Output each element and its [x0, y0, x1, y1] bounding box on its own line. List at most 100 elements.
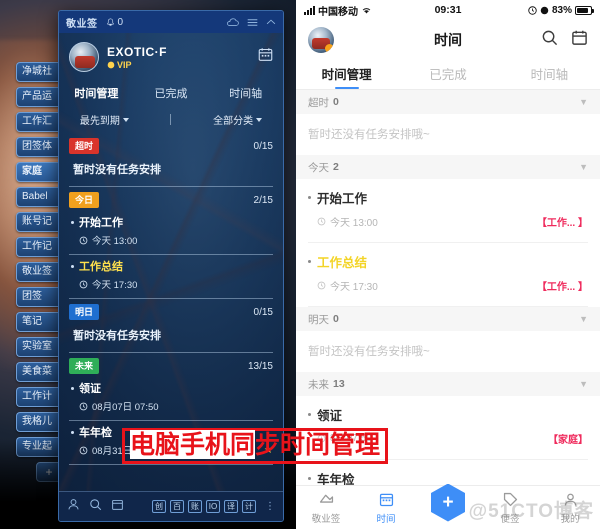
desktop-tab-2[interactable]: 时间轴: [208, 80, 283, 107]
bullet-icon: [308, 260, 311, 263]
task-meta-row: 今天 17:30: [71, 277, 273, 291]
phone-group-header[interactable]: 超时 0 ▼: [296, 90, 600, 114]
task-title: 领证: [79, 383, 101, 395]
phone-task-list[interactable]: 超时 0 ▼ 暂时还没有任务安排哦~ 今天 2 ▼ 开始工作 今天 13:00 【工作... 】工…: [296, 90, 600, 485]
bullet-icon: [308, 413, 311, 416]
vip-dot-icon: [325, 44, 334, 53]
avatar[interactable]: [308, 27, 334, 53]
nav-item-3[interactable]: 我的: [540, 491, 600, 525]
phone-group-count: 13: [333, 378, 345, 390]
notification-area[interactable]: 0: [106, 17, 123, 28]
phone-group-label: 超时: [308, 96, 329, 109]
task-row[interactable]: 工作总结今天 17:30: [69, 255, 273, 296]
phone-task-meta-row: 今天 13:00 【工作... 】: [308, 214, 588, 229]
phone-task-tag[interactable]: 【工作... 】: [537, 278, 588, 293]
user-profile-row[interactable]: EXOTIC·F VIP: [59, 33, 283, 78]
chevron-down-icon[interactable]: ▼: [579, 379, 588, 389]
phone-tab-0[interactable]: 时间管理: [296, 60, 397, 89]
phone-group-header[interactable]: 未来 13 ▼: [296, 372, 600, 396]
bullet-icon: [308, 196, 311, 199]
nav-item-0[interactable]: 敬业签: [296, 491, 356, 525]
phone-group-count: 0: [333, 96, 339, 108]
search-icon[interactable]: [541, 29, 558, 51]
alarm-clock-icon: [317, 217, 326, 226]
chevron-down-icon[interactable]: ▼: [579, 314, 588, 324]
search-icon[interactable]: [89, 498, 102, 516]
phone-task-tag[interactable]: 【工作... 】: [537, 214, 588, 229]
phone-empty-state: 暂时还没有任务安排哦~: [308, 129, 430, 141]
phone-bottom-nav: 敬业签 时间 + 便签 我的: [296, 483, 600, 529]
bullet-icon: [71, 386, 74, 390]
status-right: 83%: [528, 4, 594, 16]
add-task-button[interactable]: +: [431, 483, 465, 522]
vip-label: VIP: [117, 59, 132, 70]
phone-task-tag[interactable]: 【家庭】: [548, 431, 588, 446]
phone-tab-2[interactable]: 时间轴: [499, 60, 600, 89]
window-tab-bar: 时间管理 已完成 时间轴: [59, 78, 283, 107]
group-badge: 未来: [69, 358, 100, 374]
footer-tool-创[interactable]: 创: [152, 500, 166, 513]
vertical-dots-icon[interactable]: ⋮: [265, 501, 275, 512]
calendar-icon[interactable]: [111, 498, 124, 516]
nav-item-label: 敬业签: [311, 513, 341, 525]
calendar-icon[interactable]: [571, 29, 588, 51]
group-badge: 明日: [69, 304, 100, 320]
footer-tool-计[interactable]: 计: [242, 500, 256, 513]
task-title-row: 工作总结: [71, 258, 273, 274]
calendar-button[interactable]: [258, 47, 273, 67]
chevron-up-icon[interactable]: [266, 18, 276, 26]
nav-item-label: 时间: [376, 513, 396, 525]
battery-percent-label: 83%: [551, 4, 572, 16]
task-row[interactable]: 开始工作 今天 13:00: [69, 211, 273, 252]
task-meta-row: 今天 13:00: [71, 233, 273, 247]
phone-task-row[interactable]: 工作总结 今天 17:30 【工作... 】: [296, 243, 600, 299]
phone-tab-1[interactable]: 已完成: [397, 60, 498, 89]
group-count: 0/15: [253, 140, 273, 152]
hamburger-menu-icon[interactable]: [247, 18, 258, 27]
task-title: 工作总结: [79, 261, 123, 273]
desktop-tab-1[interactable]: 已完成: [134, 80, 209, 107]
desktop-tab-0[interactable]: 时间管理: [59, 80, 134, 107]
alarm-clock-icon: [79, 280, 88, 288]
tag-icon: [480, 491, 540, 509]
chevron-down-icon[interactable]: ▼: [579, 97, 588, 107]
alarm-clock-icon: [79, 236, 88, 244]
group-count: 2/15: [253, 194, 273, 206]
phone-group-header[interactable]: 今天 2 ▼: [296, 155, 600, 179]
empty-state-text: 暂时没有任务安排: [73, 164, 161, 176]
sort-filter-label: 最先到期: [79, 116, 120, 127]
task-time: 今天 13:00: [92, 236, 138, 247]
nav-item-2[interactable]: 便签: [480, 491, 540, 525]
bullet-icon: [71, 264, 74, 268]
phone-group-header[interactable]: 明天 0 ▼: [296, 307, 600, 331]
footer-tool-译[interactable]: 译: [224, 500, 238, 513]
task-time: 08月07日 07:50: [92, 402, 159, 413]
window-footer-toolbar: 创百账 IO 译计 ⋮: [59, 491, 283, 521]
alarm-clock-icon: [317, 281, 326, 290]
footer-tool-百[interactable]: 百: [170, 500, 184, 513]
phone-task-title-row: 车年检: [308, 469, 588, 485]
phone-group-label: 今天: [308, 161, 329, 174]
avatar[interactable]: [69, 42, 99, 72]
chevron-down-icon: [122, 117, 129, 122]
footer-tool-IO[interactable]: IO: [206, 500, 220, 513]
cloud-icon[interactable]: [226, 17, 239, 27]
group-count: 0/15: [253, 306, 273, 318]
phone-task-meta-row: 今天 17:30 【工作... 】: [308, 278, 588, 293]
phone-task-row[interactable]: 开始工作今天 13:00 【工作... 】: [296, 179, 600, 235]
category-filter[interactable]: 全部分类: [213, 112, 263, 127]
nav-item-1[interactable]: 时间: [356, 491, 416, 525]
group-badge: 超时: [69, 138, 100, 154]
filter-divider: [170, 114, 172, 125]
phone-task-title: 开始工作: [317, 192, 368, 206]
phone-group-label: 未来: [308, 378, 329, 391]
footer-tool-账[interactable]: 账: [188, 500, 202, 513]
user-icon[interactable]: [67, 498, 80, 516]
add-task-button-wrap: +: [416, 483, 480, 522]
phone-group-label: 明天: [308, 313, 329, 326]
sort-filter[interactable]: 最先到期: [80, 112, 129, 127]
bullet-icon: [71, 430, 74, 434]
bullet-icon: [308, 477, 311, 480]
task-row[interactable]: 领证 08月07日 07:50: [69, 377, 273, 418]
chevron-down-icon[interactable]: ▼: [579, 162, 588, 172]
